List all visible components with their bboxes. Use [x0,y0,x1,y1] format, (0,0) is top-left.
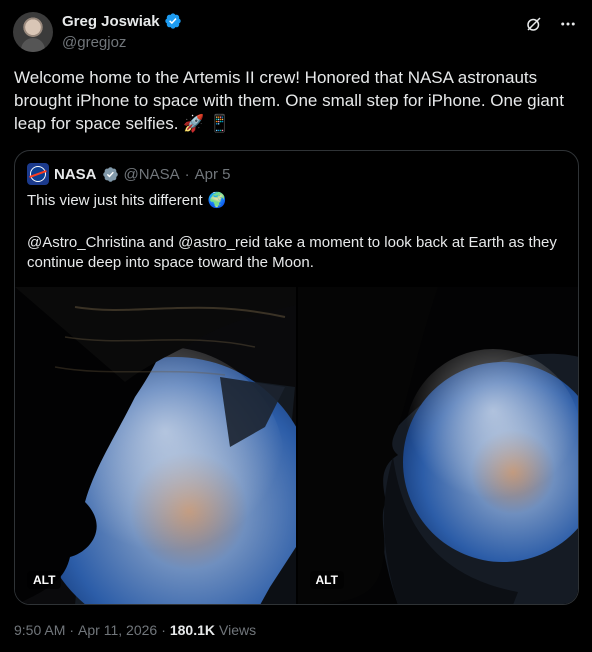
quote-date[interactable]: Apr 5 [195,166,231,183]
globe-emoji: 🌍 [207,192,227,209]
footer-separator: · [161,622,166,638]
nasa-logo[interactable] [27,163,49,185]
tweet-time[interactable]: 9:50 AM [14,622,65,638]
views-count[interactable]: 180.1K [170,622,215,638]
top-actions [524,14,578,34]
author-block: Greg Joswiak @gregjoz [62,12,182,51]
avatar[interactable] [13,12,53,52]
more-icon[interactable] [558,14,578,34]
alt-badge[interactable]: ALT [309,571,344,589]
author-handle[interactable]: @gregjoz [62,34,182,51]
author-name[interactable]: Greg Joswiak [62,13,160,30]
photo-1[interactable]: ALT [15,287,296,604]
quote-separator: · [184,165,190,183]
tweet-date[interactable]: Apr 11, 2026 [78,622,157,638]
verified-icon [102,166,118,182]
quote-line2: @Astro_Christina and @astro_reid take a … [27,234,557,271]
quoted-tweet[interactable]: NASA @NASA · Apr 5 This view just hits d… [14,150,579,605]
tweet-text: Welcome home to the Artemis II crew! Hon… [14,68,564,133]
alt-badge[interactable]: ALT [27,571,62,589]
views-label: Views [219,622,257,638]
quote-author-name[interactable]: NASA [54,166,97,183]
quote-header: NASA @NASA · Apr 5 [27,163,230,185]
media-grid: ALT ALT [15,287,578,604]
quote-line1: This view just hits different 🌍 [27,191,227,210]
photo-2[interactable]: ALT [297,287,578,604]
verified-icon [164,13,181,29]
quote-handle[interactable]: @NASA [124,166,180,183]
tweet-footer: 9:50 AM · Apr 11, 2026 · 180.1K Views [14,622,256,638]
author-name-row[interactable]: Greg Joswiak [62,12,182,30]
grok-icon[interactable] [524,14,544,34]
quote-line1-text: This view just hits different [27,191,203,209]
footer-separator: · [69,622,75,638]
